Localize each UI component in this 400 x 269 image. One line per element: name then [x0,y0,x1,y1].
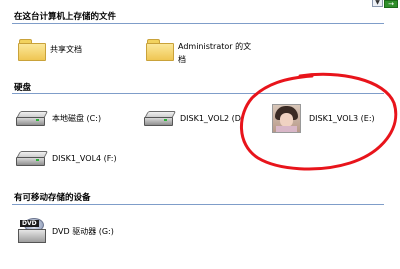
folder-item-administrator[interactable]: Administrator 的文 档 [146,38,251,65]
folder-icon [18,38,46,61]
scroll-down-button[interactable]: ▼ [372,0,383,7]
section-rule-files [12,23,384,24]
drive-label-vol2: DISK1_VOL2 (D [180,113,241,123]
folder-item-shared[interactable]: 共享文档 [18,38,82,61]
drive-label-vol3: DISK1_VOL3 (E:) [309,114,375,123]
section-title-files: 在这台计算机上存储的文件 [14,12,117,22]
address-bar-edge [0,0,400,6]
go-button[interactable]: → [384,0,398,8]
section-rule-hard-disks [12,93,384,94]
drive-item-vol4[interactable]: DISK1_VOL4 (F:) [15,148,117,168]
drive-label-dvd: DVD 驱动器 (G:) [52,226,114,236]
drive-label-vol4: DISK1_VOL4 (F:) [52,153,117,163]
scroll-down-icon: ▼ [375,0,380,6]
drive-item-c[interactable]: 本地磁盘 (C:) [15,108,102,128]
hard-drive-icon [15,108,49,128]
go-arrow-icon: → [388,0,394,8]
section-title-removable: 有可移动存储的设备 [14,193,91,203]
drive-photo-icon [272,104,301,133]
folder-label-administrator-wrap: 档 [178,55,186,64]
folder-label-administrator: Administrator 的文 [178,42,252,51]
drive-item-dvd[interactable]: DVD DVD 驱动器 (G:) [18,218,114,244]
folder-label-shared: 共享文档 [50,44,82,54]
hard-drive-icon [143,108,177,128]
section-rule-removable [12,204,384,205]
drive-item-vol2[interactable]: DISK1_VOL2 (D [143,108,241,128]
hard-drive-icon [15,148,49,168]
dvd-drive-icon: DVD [18,218,48,244]
folder-icon [146,38,174,61]
drive-label-c: 本地磁盘 (C:) [52,113,102,123]
section-title-hard-disks: 硬盘 [14,83,32,93]
drive-item-vol3[interactable]: DISK1_VOL3 (E:) [272,104,375,133]
